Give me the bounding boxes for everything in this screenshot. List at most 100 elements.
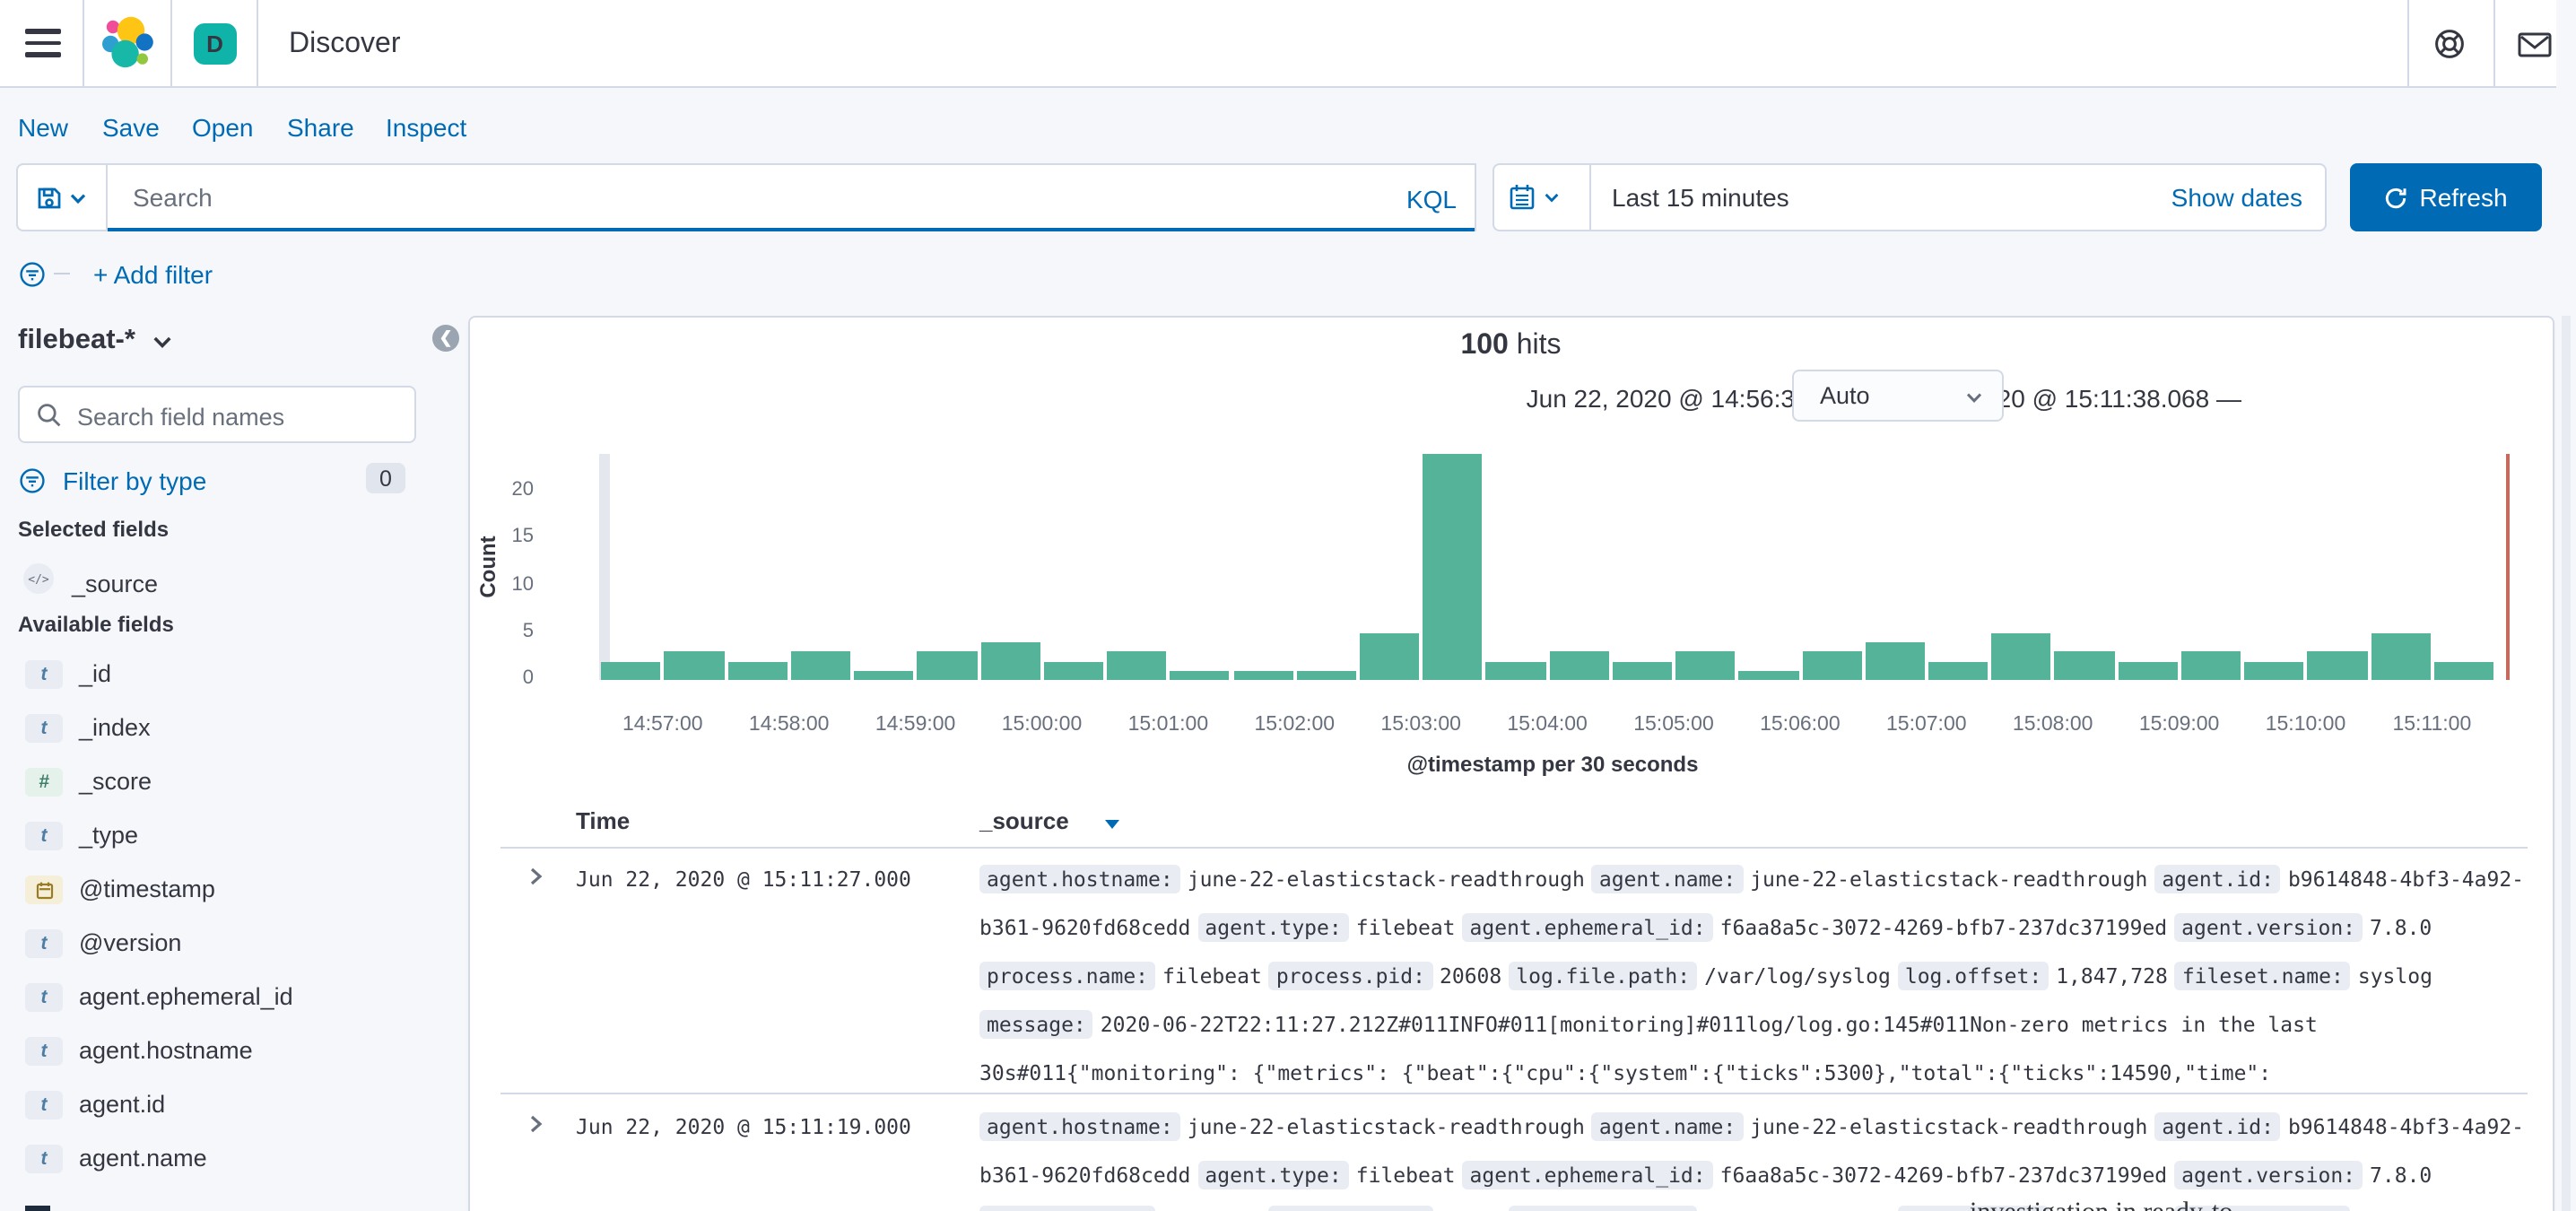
field-search-input[interactable] [74,388,413,445]
source-field-name-badge: log.file.path: [1509,961,1698,989]
doc-source-line: agent.hostname: june-22-elasticstack-read… [979,863,2533,893]
current-time-marker [2505,454,2510,680]
source-field-value: /var/log/syslog [1704,1207,1891,1211]
collapse-sidebar-button[interactable]: ❮ [432,325,459,352]
field-name: _index [79,714,151,741]
time-range-value[interactable]: Last 15 minutes [1612,165,1789,230]
add-filter-link[interactable]: + Add filter [93,259,213,288]
source-field-name-badge: agent.ephemeral_id: [1462,1160,1713,1189]
field-item-@timestamp[interactable]: @timestamp [0,868,454,911]
doc-timestamp: Jun 22, 2020 @ 15:11:27.000 [576,866,911,891]
source-field-value: june-22-elasticstack-readthrough [1187,1113,1585,1138]
menu-icon[interactable] [23,25,63,63]
source-field-value: syslog [2357,963,2432,988]
filter-count-badge: 0 [366,463,405,493]
source-field-value: /var/log/syslog [1704,963,1891,988]
date-quick-select-button[interactable] [1508,165,1560,230]
string-field-icon: t [25,983,63,1012]
field-name: _score [79,768,152,795]
x-tick-15:00:00: 15:00:00 [1001,714,1083,736]
field-item-agent.ephemeral_id[interactable]: t agent.ephemeral_id [0,976,454,1019]
y-tick-5: 5 [522,620,534,642]
interval-value: Auto [1820,381,1870,408]
filter-by-type-button[interactable]: Filter by type [20,466,206,494]
source-field-name-badge: agent.version: [2174,1160,2363,1189]
source-field-value: filebeat [1162,963,1262,988]
source-field-value: filebeat [1162,1207,1262,1211]
show-dates-link[interactable]: Show dates [2171,165,2302,230]
doc-source-line: 30s#011{"monitoring": {"metrics": {"beat… [979,1057,2533,1087]
y-tick-0: 0 [522,667,534,689]
interval-select[interactable]: Auto [1791,370,2003,422]
elastic-logo[interactable] [100,16,156,72]
chevron-down-icon [1544,193,1558,203]
filter-icon [20,467,45,492]
histogram-bar [1107,651,1167,680]
source-field-value: filebeat [1355,914,1456,939]
space-avatar[interactable]: D [194,22,236,65]
field-name: agent.name [79,1145,207,1172]
source-field-value: b361-9620fd68cedd [979,1162,1191,1187]
histogram-bar [1865,642,1925,680]
histogram-bar [1928,661,1989,680]
source-field-value: filebeat [1355,1162,1456,1187]
column-header-time[interactable]: Time [576,807,630,834]
x-tick-15:03:00: 15:03:00 [1380,714,1461,736]
search-input[interactable] [108,165,1475,230]
toolbar-link-open[interactable]: Open [192,113,254,142]
toolbar-link-save[interactable]: Save [102,113,160,142]
source-field-value: f6aa8a5c-3072-4269-bfb7-237dc37199ed [1719,1162,2168,1187]
x-tick-15:05:00: 15:05:00 [1633,714,1714,736]
histogram-bar [1170,670,1230,680]
y-tick-20: 20 [511,479,535,501]
x-tick-15:08:00: 15:08:00 [2012,714,2093,736]
histogram-bar [1549,651,1609,680]
filter-bar-dash [54,272,70,274]
field-item-_score[interactable]: # _score [0,761,454,804]
selected-fields-heading: Selected fields [18,517,170,542]
field-search-box [18,386,416,445]
newsfeed-mail-icon[interactable] [2516,26,2552,62]
saved-query-icon [38,187,61,208]
page-title: Discover [289,28,401,58]
field-name: _source [72,571,159,597]
toolbar-link-share[interactable]: Share [287,113,354,142]
top-header-bar: D Discover [0,0,2576,88]
source-field-value: 20608 [1440,1207,1501,1211]
source-field-name-badge: log.file.path: [1509,1205,1698,1211]
field-item-_index[interactable]: t _index [0,707,454,750]
scrollbar-track[interactable] [2561,316,2570,1211]
chart-time-range-label: Jun 22, 2020 @ 14:56:38.068 - Jun 22, 20… [1526,384,2241,413]
field-item-agent.name[interactable]: t agent.name [0,1137,454,1181]
source-field-value: b9614848-4bf3-4a92- [2287,1113,2525,1138]
refresh-button[interactable]: Refresh [2350,163,2541,231]
source-field-icon: </> [23,563,54,594]
field-item-@version[interactable]: t @version [0,922,454,965]
number-field-icon: # [25,768,63,797]
toolbar-link-new[interactable]: New [18,113,68,142]
field-item-agent.id[interactable]: t agent.id [0,1084,454,1127]
available-fields-heading: Available fields [18,612,174,637]
search-icon [38,404,61,427]
histogram-bar [2371,632,2431,680]
field-item-agent.hostname[interactable]: t agent.hostname [0,1030,454,1073]
expand-row-icon[interactable] [525,1114,546,1136]
field-item-_type[interactable]: t _type [0,815,454,858]
histogram-bar [1738,670,1799,680]
index-pattern-selector[interactable]: filebeat-* [18,325,175,357]
focus-underline [108,227,1475,231]
histogram-bar [1612,661,1673,680]
toolbar-link-inspect[interactable]: Inspect [386,113,466,142]
x-tick-15:09:00: 15:09:00 [2138,714,2220,736]
source-field-value: 30s#011{"monitoring": {"metrics": {"beat… [979,1059,2272,1085]
histogram-bar [1802,651,1862,680]
saved-query-button[interactable] [16,163,108,231]
help-icon[interactable] [2432,26,2467,62]
query-language-button[interactable]: KQL [1406,165,1457,233]
field-name: _type [79,822,139,849]
filter-options-icon[interactable] [20,261,45,286]
field-item-_source[interactable]: </> _source [0,563,454,606]
x-tick-15:06:00: 15:06:00 [1760,714,1841,736]
expand-row-icon[interactable] [525,867,546,888]
field-item-_id[interactable]: t _id [0,653,454,696]
